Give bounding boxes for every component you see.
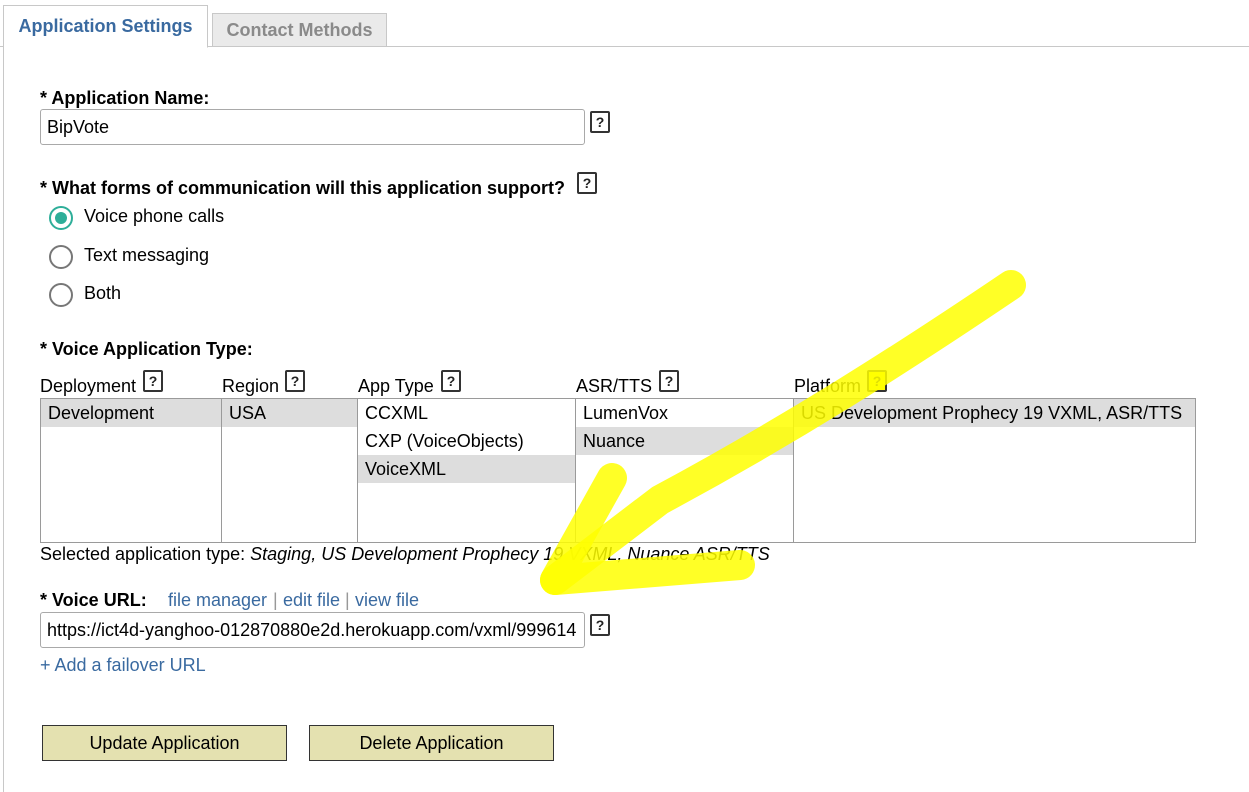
communication-label: * What forms of communication will this …	[40, 178, 566, 198]
asr-tts-listbox[interactable]: LumenVox Nuance	[575, 398, 794, 543]
delete-application-button[interactable]: Delete Application	[309, 725, 554, 761]
deployment-listbox[interactable]: Development	[40, 398, 222, 543]
link-separator: |	[273, 590, 278, 610]
help-icon[interactable]: ?	[143, 370, 163, 392]
list-option[interactable]: CCXML	[358, 399, 575, 427]
voice-type-label: * Voice Application Type:	[40, 339, 253, 359]
tab-bar: Application Settings Contact Methods	[0, 0, 1249, 48]
selected-app-type: Selected application type: Staging, US D…	[40, 544, 770, 565]
region-listbox[interactable]: USA	[221, 398, 358, 543]
list-option[interactable]: USA	[222, 399, 357, 427]
column-header-app-type: App Type	[358, 376, 434, 396]
voice-url-label: * Voice URL:	[40, 590, 147, 610]
help-icon[interactable]: ?	[285, 370, 305, 392]
column-header-deployment: Deployment	[40, 376, 137, 396]
column-header-platform: Platform	[794, 376, 862, 396]
selected-app-type-prefix: Selected application type:	[40, 544, 251, 564]
help-icon[interactable]: ?	[659, 370, 679, 392]
view-file-link[interactable]: view file	[355, 590, 419, 611]
tab-application-settings[interactable]: Application Settings	[3, 5, 208, 48]
radio-text-messaging[interactable]	[49, 245, 73, 269]
tab-contact-methods[interactable]: Contact Methods	[212, 13, 387, 47]
radio-label-voice: Voice phone calls	[84, 206, 225, 226]
list-option[interactable]: Nuance	[576, 427, 793, 455]
voice-url-input[interactable]: https://ict4d-yanghoo-012870880e2d.herok…	[40, 612, 585, 648]
add-failover-url-link[interactable]: + Add a failover URL	[40, 655, 206, 676]
list-option[interactable]: US Development Prophecy 19 VXML, ASR/TTS	[794, 399, 1195, 427]
app-type-listbox[interactable]: CCXML CXP (VoiceObjects) VoiceXML	[357, 398, 576, 543]
list-option[interactable]: VoiceXML	[358, 455, 575, 483]
radio-label-both: Both	[84, 283, 122, 303]
column-header-region: Region	[222, 376, 280, 396]
app-name-input[interactable]: BipVote	[40, 109, 585, 145]
list-option[interactable]: Development	[41, 399, 221, 427]
help-icon[interactable]: ?	[441, 370, 461, 392]
column-header-asr-tts: ASR/TTS	[576, 376, 653, 396]
radio-label-text: Text messaging	[84, 245, 210, 265]
platform-listbox[interactable]: US Development Prophecy 19 VXML, ASR/TTS	[793, 398, 1196, 543]
file-manager-link[interactable]: file manager	[168, 590, 267, 611]
app-name-label: * Application Name:	[40, 88, 210, 108]
selected-app-type-value: Staging, US Development Prophecy 19 VXML…	[250, 544, 770, 564]
list-option[interactable]: LumenVox	[576, 399, 793, 427]
link-separator: |	[345, 590, 350, 610]
help-icon[interactable]: ?	[577, 172, 597, 194]
help-icon[interactable]: ?	[867, 370, 887, 392]
help-icon[interactable]: ?	[590, 111, 610, 133]
update-application-button[interactable]: Update Application	[42, 725, 287, 761]
radio-both[interactable]	[49, 283, 73, 307]
help-icon[interactable]: ?	[590, 614, 610, 636]
radio-voice-phone-calls[interactable]	[49, 206, 73, 230]
list-option[interactable]: CXP (VoiceObjects)	[358, 427, 575, 455]
edit-file-link[interactable]: edit file	[283, 590, 340, 611]
